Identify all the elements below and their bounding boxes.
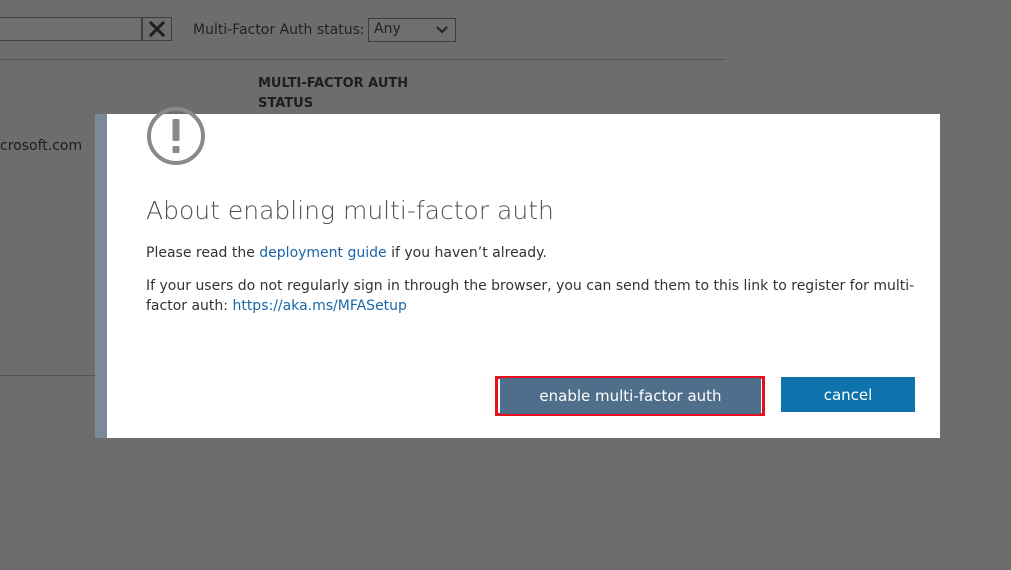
register-link-paragraph: If your users do not regularly sign in t… xyxy=(146,276,926,316)
cancel-button[interactable]: cancel xyxy=(781,377,915,412)
exclamation-circle-icon xyxy=(147,107,205,165)
mfa-status-select[interactable]: Any xyxy=(368,18,456,42)
clear-search-button[interactable] xyxy=(142,17,172,41)
deployment-guide-paragraph: Please read the deployment guide if you … xyxy=(146,243,926,263)
table-row-email: crosoft.com xyxy=(0,138,83,154)
chevron-down-icon xyxy=(436,26,448,34)
enable-mfa-dialog: About enabling multi-factor auth Please … xyxy=(95,107,940,438)
dialog-title: About enabling multi-factor auth xyxy=(146,196,554,225)
para1-prefix: Please read the xyxy=(146,245,260,261)
dialog-accent-bar xyxy=(95,114,107,438)
para1-suffix: if you haven’t already. xyxy=(386,245,547,261)
close-icon xyxy=(149,21,165,37)
mfa-setup-link[interactable]: https://aka.ms/MFASetup xyxy=(232,298,406,314)
deployment-guide-link[interactable]: deployment guide xyxy=(259,245,386,261)
mfa-status-label: Multi-Factor Auth status: xyxy=(193,22,365,38)
column-header-mfa-status: MULTI-FACTOR AUTH STATUS xyxy=(258,74,428,114)
search-input[interactable] xyxy=(0,17,142,41)
table-row-divider xyxy=(0,375,96,376)
table-header-divider xyxy=(0,59,725,60)
enable-mfa-button[interactable]: enable multi-factor auth xyxy=(500,378,761,414)
column-header-line2: STATUS xyxy=(258,96,314,111)
mfa-status-select-value: Any xyxy=(374,21,401,37)
column-header-line1: MULTI-FACTOR AUTH xyxy=(258,76,409,91)
